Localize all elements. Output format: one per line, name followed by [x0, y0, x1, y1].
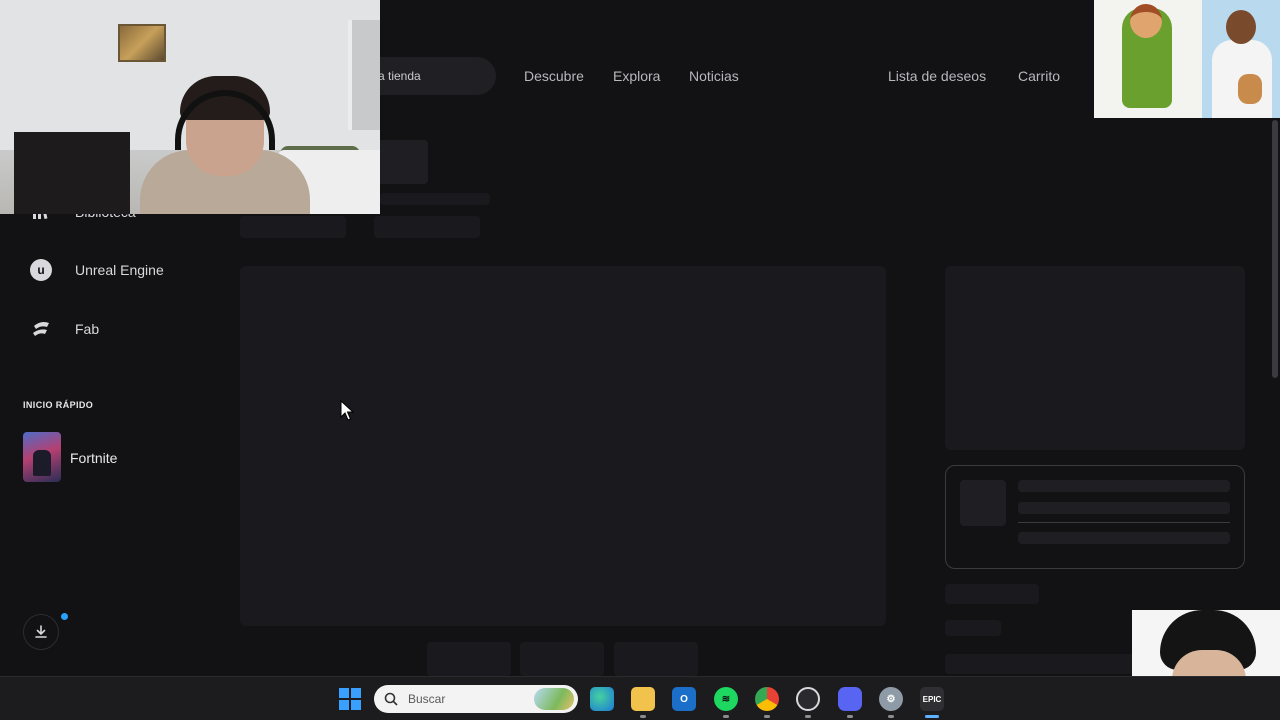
sidebar: Biblioteca u Unreal Engine Fab INICIO RÁ… [0, 200, 220, 670]
obs-icon[interactable] [796, 687, 820, 711]
skeleton-hero [240, 266, 886, 626]
scrollbar[interactable] [1272, 120, 1278, 378]
webcam-overlay [0, 0, 380, 214]
windows-taskbar: Buscar O ≋ ⚙ EPIC [0, 676, 1280, 720]
skeleton-product-card [945, 465, 1245, 569]
sidebar-item-unreal-engine[interactable]: u Unreal Engine [30, 258, 164, 282]
skeleton-line [945, 620, 1001, 636]
cartoon-image-hunchback [1094, 0, 1202, 118]
start-button[interactable] [339, 688, 361, 710]
chrome-icon[interactable] [755, 687, 779, 711]
skeleton-line [1018, 480, 1230, 492]
taskbar-search-box[interactable]: Buscar [374, 685, 578, 713]
unreal-engine-icon: u [30, 259, 52, 281]
wishlist-link[interactable]: Lista de deseos [888, 68, 986, 84]
mouse-cursor-icon [340, 400, 354, 421]
downloads-button[interactable] [23, 614, 59, 650]
skeleton-pill [614, 642, 698, 676]
skeleton-thumb [960, 480, 1006, 526]
skeleton-line [1018, 532, 1230, 544]
skeleton-line [380, 193, 490, 205]
nav-link-news[interactable]: Noticias [689, 68, 739, 84]
cartoon-image-doctor [1202, 0, 1280, 118]
settings-icon[interactable]: ⚙ [879, 687, 903, 711]
nav-link-browse[interactable]: Explora [613, 68, 660, 84]
taskbar-search-placeholder: Buscar [408, 692, 446, 706]
store-search-input[interactable]: a tienda [360, 57, 496, 95]
sidebar-item-fab[interactable]: Fab [30, 317, 99, 341]
skeleton-line [374, 216, 480, 238]
edge-icon[interactable] [590, 687, 614, 711]
search-icon [384, 692, 398, 706]
windows-logo-icon [339, 688, 349, 698]
download-notification-dot [61, 613, 68, 620]
download-icon [35, 625, 47, 638]
quick-launch-item-fortnite[interactable]: Fortnite [70, 450, 117, 466]
skeleton-line [945, 654, 1135, 674]
discord-icon[interactable] [838, 687, 862, 711]
divider [1018, 522, 1230, 523]
skeleton-side-card [945, 266, 1245, 450]
skeleton-line [945, 584, 1039, 604]
nav-link-discover[interactable]: Descubre [524, 68, 584, 84]
cart-link[interactable]: Carrito [1018, 68, 1060, 84]
skeleton-line [1018, 502, 1230, 514]
skeleton-pill [520, 642, 604, 676]
skeleton-line [240, 216, 346, 238]
sidebar-item-label: Fab [75, 321, 100, 337]
quick-launch-heading: INICIO RÁPIDO [23, 400, 94, 410]
file-explorer-icon[interactable] [631, 687, 655, 711]
skeleton-pill [427, 642, 511, 676]
outlook-icon[interactable]: O [672, 687, 696, 711]
spotify-icon[interactable]: ≋ [714, 687, 738, 711]
epic-games-icon[interactable]: EPIC [920, 687, 944, 711]
search-highlight-art [534, 688, 574, 710]
fortnite-thumbnail[interactable] [23, 432, 61, 482]
fab-icon [30, 318, 52, 340]
sidebar-item-label: Unreal Engine [75, 262, 164, 278]
